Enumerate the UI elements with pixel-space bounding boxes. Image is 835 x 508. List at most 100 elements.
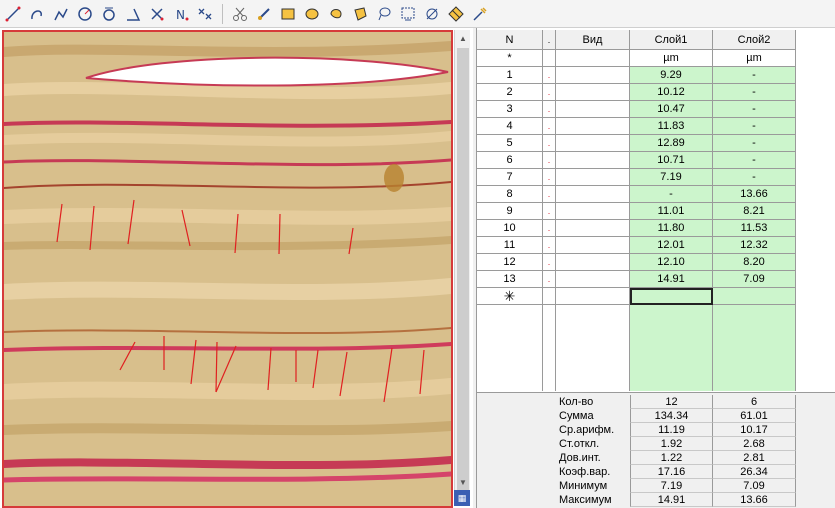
row-vid[interactable] bbox=[556, 152, 630, 169]
rectangle-icon[interactable] bbox=[278, 4, 298, 24]
table-row[interactable]: 11. 12.01 12.32 bbox=[477, 237, 835, 254]
triangle-angle-icon[interactable] bbox=[123, 4, 143, 24]
row-layer1-value[interactable]: 9.29 bbox=[630, 67, 713, 84]
row-layer2-value[interactable]: - bbox=[713, 169, 796, 186]
row-layer1-value[interactable]: 10.71 bbox=[630, 152, 713, 169]
table-row[interactable]: 1. 9.29- bbox=[477, 67, 835, 84]
settings-icon[interactable] bbox=[470, 4, 490, 24]
table-row[interactable]: 7. 7.19- bbox=[477, 169, 835, 186]
scroll-down-icon[interactable]: ▼ bbox=[455, 474, 471, 490]
row-vid[interactable] bbox=[556, 67, 630, 84]
polygon-icon[interactable] bbox=[350, 4, 370, 24]
row-layer2-value[interactable]: - bbox=[713, 84, 796, 101]
row-vid[interactable] bbox=[556, 271, 630, 288]
header-n[interactable]: N bbox=[477, 30, 543, 50]
row-vid[interactable] bbox=[556, 254, 630, 271]
curve-measure-icon[interactable] bbox=[27, 4, 47, 24]
table-row[interactable]: 6. 10.71- bbox=[477, 152, 835, 169]
table-row[interactable]: 10. 11.80 11.53 bbox=[477, 220, 835, 237]
row-number[interactable]: 5 bbox=[477, 135, 543, 152]
row-vid[interactable] bbox=[556, 203, 630, 220]
brush-icon[interactable] bbox=[254, 4, 274, 24]
row-layer2-value[interactable]: - bbox=[713, 152, 796, 169]
angle-icon[interactable] bbox=[75, 4, 95, 24]
table-row[interactable]: 4. 11.83- bbox=[477, 118, 835, 135]
new-row[interactable]: ✳ bbox=[477, 288, 835, 305]
header-dot[interactable]: . bbox=[543, 30, 556, 50]
clear-icon[interactable] bbox=[446, 4, 466, 24]
row-vid[interactable] bbox=[556, 186, 630, 203]
n-marker-icon[interactable]: N bbox=[171, 4, 191, 24]
row-number[interactable]: 6 bbox=[477, 152, 543, 169]
scroll-up-icon[interactable]: ▲ bbox=[455, 30, 471, 46]
angle3-icon[interactable] bbox=[99, 4, 119, 24]
new-row-layer2-input[interactable] bbox=[713, 288, 796, 305]
row-layer1-value[interactable]: 10.12 bbox=[630, 84, 713, 101]
row-vid[interactable] bbox=[556, 101, 630, 118]
table-row[interactable]: 12. 12.10 8.20 bbox=[477, 254, 835, 271]
row-layer2-value[interactable]: - bbox=[713, 67, 796, 84]
row-number[interactable]: 8 bbox=[477, 186, 543, 203]
new-row-layer1-input[interactable] bbox=[630, 288, 713, 305]
row-number[interactable]: 4 bbox=[477, 118, 543, 135]
row-layer2-value[interactable]: 8.20 bbox=[713, 254, 796, 271]
image-vertical-scrollbar[interactable]: ▲ ▼ bbox=[454, 30, 470, 506]
row-layer2-value[interactable]: 13.66 bbox=[713, 186, 796, 203]
row-layer2-value[interactable]: 12.32 bbox=[713, 237, 796, 254]
row-layer1-value[interactable]: 12.10 bbox=[630, 254, 713, 271]
rect-select-icon[interactable] bbox=[398, 4, 418, 24]
tissue-micrograph[interactable] bbox=[4, 32, 451, 506]
row-layer2-value[interactable]: 8.21 bbox=[713, 203, 796, 220]
freeform-icon[interactable] bbox=[326, 4, 346, 24]
row-number[interactable]: 12 bbox=[477, 254, 543, 271]
unit-layer2[interactable]: µm bbox=[713, 50, 796, 67]
lasso-icon[interactable] bbox=[374, 4, 394, 24]
micrograph-viewport[interactable] bbox=[2, 30, 453, 508]
row-layer2-value[interactable]: - bbox=[713, 118, 796, 135]
row-layer1-value[interactable]: 11.80 bbox=[630, 220, 713, 237]
header-layer2[interactable]: Слой2 bbox=[713, 30, 796, 50]
row-number[interactable]: 10 bbox=[477, 220, 543, 237]
row-layer2-value[interactable]: 7.09 bbox=[713, 271, 796, 288]
new-row-vid[interactable] bbox=[556, 288, 630, 305]
row-layer1-value[interactable]: 12.01 bbox=[630, 237, 713, 254]
multi-count-icon[interactable] bbox=[195, 4, 215, 24]
row-layer2-value[interactable]: - bbox=[713, 135, 796, 152]
row-layer1-value[interactable]: 12.89 bbox=[630, 135, 713, 152]
row-vid[interactable] bbox=[556, 84, 630, 101]
row-vid[interactable] bbox=[556, 135, 630, 152]
row-number[interactable]: 9 bbox=[477, 203, 543, 220]
row-layer1-value[interactable]: 7.19 bbox=[630, 169, 713, 186]
row-layer1-value[interactable]: 10.47 bbox=[630, 101, 713, 118]
row-layer2-value[interactable]: - bbox=[713, 101, 796, 118]
row-layer1-value[interactable]: 14.91 bbox=[630, 271, 713, 288]
row-number[interactable]: 11 bbox=[477, 237, 543, 254]
header-vid[interactable]: Вид bbox=[556, 30, 630, 50]
table-row[interactable]: 9. 11.01 8.21 bbox=[477, 203, 835, 220]
row-vid[interactable] bbox=[556, 118, 630, 135]
unit-layer1[interactable]: µm bbox=[630, 50, 713, 67]
line-measure-icon[interactable] bbox=[3, 4, 23, 24]
table-row[interactable]: 13. 14.91 7.09 bbox=[477, 271, 835, 288]
row-number[interactable]: 3 bbox=[477, 101, 543, 118]
table-row[interactable]: 2. 10.12- bbox=[477, 84, 835, 101]
row-layer1-value[interactable]: 11.83 bbox=[630, 118, 713, 135]
count-icon[interactable] bbox=[147, 4, 167, 24]
eraser-icon[interactable] bbox=[422, 4, 442, 24]
row-vid[interactable] bbox=[556, 237, 630, 254]
table-row[interactable]: 8. -13.66 bbox=[477, 186, 835, 203]
row-layer1-value[interactable]: 11.01 bbox=[630, 203, 713, 220]
row-number[interactable]: 1 bbox=[477, 67, 543, 84]
table-row[interactable]: 3. 10.47- bbox=[477, 101, 835, 118]
row-layer1-value[interactable]: - bbox=[630, 186, 713, 203]
table-row[interactable]: 5. 12.89- bbox=[477, 135, 835, 152]
row-number[interactable]: 7 bbox=[477, 169, 543, 186]
header-layer1[interactable]: Слой1 bbox=[630, 30, 713, 50]
scroll-thumb[interactable] bbox=[457, 48, 469, 493]
row-vid[interactable] bbox=[556, 169, 630, 186]
grid-toggle-icon[interactable]: ▦ bbox=[454, 490, 470, 506]
row-vid[interactable] bbox=[556, 220, 630, 237]
ellipse-icon[interactable] bbox=[302, 4, 322, 24]
row-number[interactable]: 13 bbox=[477, 271, 543, 288]
polyline-icon[interactable] bbox=[51, 4, 71, 24]
